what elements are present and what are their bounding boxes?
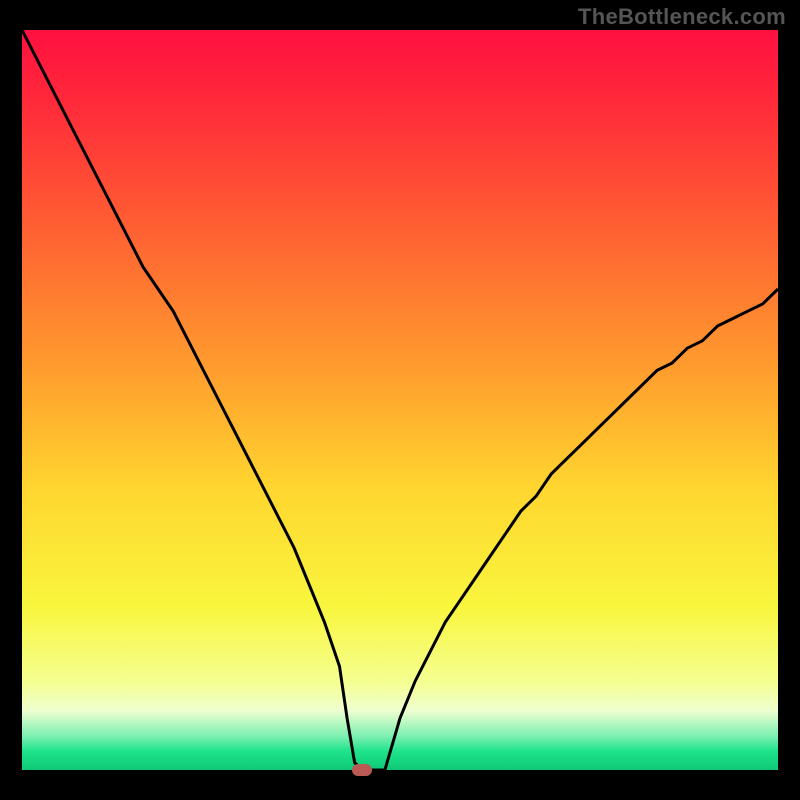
watermark-text: TheBottleneck.com [578, 4, 786, 30]
gradient-bg [22, 30, 778, 770]
chart-frame: TheBottleneck.com [0, 0, 800, 800]
chart-marker [352, 764, 372, 776]
plot-area [22, 30, 778, 770]
chart-svg [22, 30, 778, 770]
